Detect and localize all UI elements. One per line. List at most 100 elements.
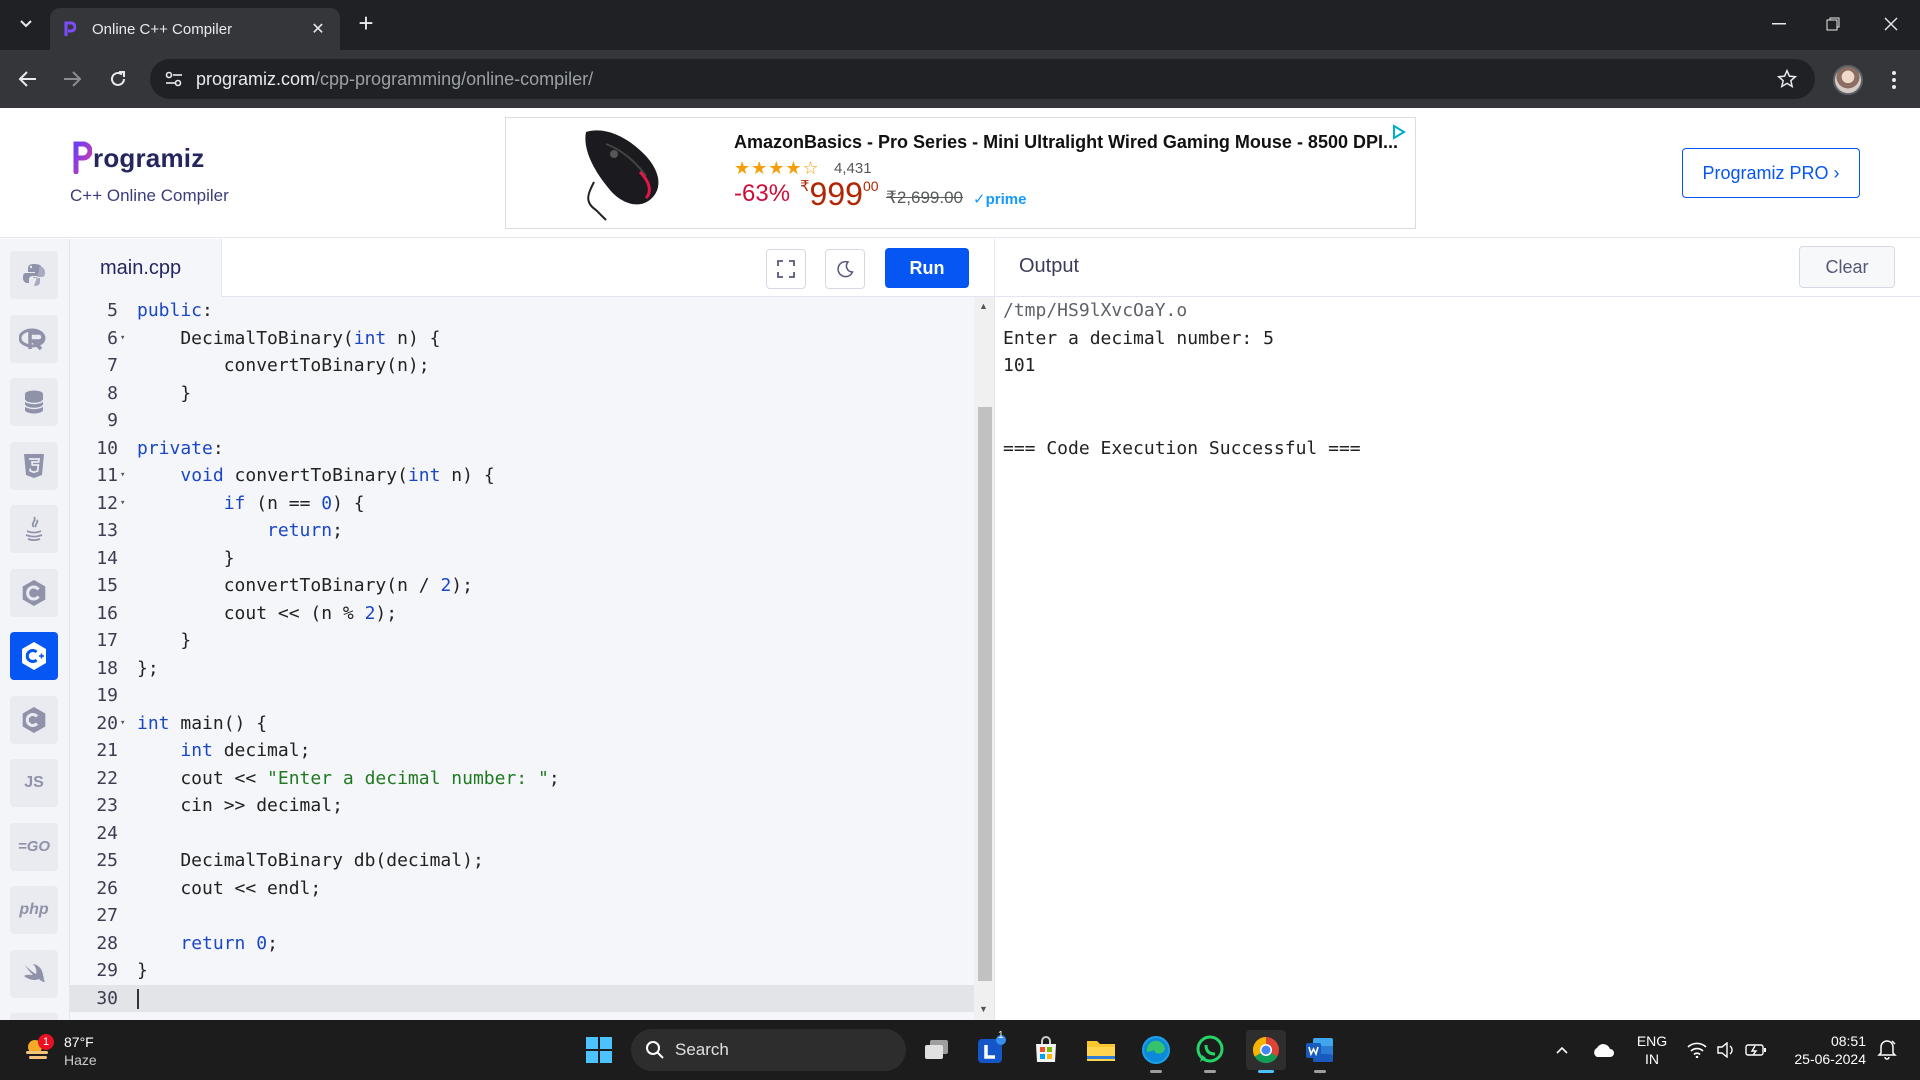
clear-button[interactable]: Clear	[1799, 246, 1895, 288]
microsoft-store-icon[interactable]	[1026, 1030, 1066, 1070]
language-swift-icon[interactable]	[10, 949, 58, 998]
scrollbar-thumb[interactable]	[978, 407, 992, 981]
wifi-icon[interactable]	[1684, 1020, 1710, 1080]
language-rust-icon[interactable]	[10, 1013, 58, 1020]
code-line[interactable]: 22 cout << "Enter a decimal number: ";	[70, 765, 974, 793]
fullscreen-icon[interactable]	[766, 249, 806, 289]
code-line[interactable]: 27	[70, 902, 974, 930]
chrome-icon[interactable]	[1246, 1030, 1286, 1073]
code-line[interactable]: 23 cin >> decimal;	[70, 792, 974, 820]
language-html-icon[interactable]	[10, 441, 58, 490]
edge-browser-icon[interactable]	[1136, 1030, 1176, 1073]
ad-product-title[interactable]: AmazonBasics - Pro Series - Mini Ultrali…	[734, 132, 1398, 153]
forward-arrow-icon[interactable]	[58, 65, 86, 93]
code-line[interactable]: 17 }	[70, 627, 974, 655]
address-bar[interactable]: programiz.com/cpp-programming/online-com…	[150, 59, 1815, 99]
browser-tab[interactable]: Online C++ Compiler ✕	[50, 8, 340, 50]
minimize-icon[interactable]	[1756, 6, 1802, 42]
task-view-icon[interactable]	[917, 1030, 957, 1070]
programiz-pro-button[interactable]: Programiz PRO ›	[1682, 148, 1860, 198]
code-line[interactable]: 30	[70, 984, 974, 1012]
volume-speaker-icon[interactable]	[1714, 1020, 1738, 1080]
file-tab-main-cpp[interactable]: main.cpp	[70, 239, 222, 297]
editor-scrollbar[interactable]: ▲ ▼	[974, 297, 994, 1020]
code-line[interactable]: 6 ▾ DecimalToBinary(int n) {	[70, 325, 974, 353]
code-line[interactable]: 13 return;	[70, 517, 974, 545]
language-javascript-icon[interactable]: JS	[10, 759, 58, 807]
loop-app-icon[interactable]: 1	[971, 1030, 1011, 1070]
code-line[interactable]: 28 return 0;	[70, 930, 974, 958]
code-line[interactable]: 26 cout << endl;	[70, 875, 974, 903]
code-line[interactable]: 21 int decimal;	[70, 737, 974, 765]
code-line[interactable]: 9	[70, 407, 974, 435]
line-number: 26	[96, 877, 118, 899]
code-line[interactable]: 20 ▾ int main() {	[70, 710, 974, 738]
battery-charging-icon[interactable]	[1742, 1020, 1770, 1080]
notification-bell-icon[interactable]	[1876, 1038, 1900, 1062]
language-csharp-icon[interactable]	[10, 695, 58, 744]
language-sql-icon[interactable]	[10, 378, 58, 426]
bookmark-star-icon[interactable]	[1775, 67, 1799, 91]
close-window-icon[interactable]	[1868, 6, 1914, 42]
code-line[interactable]: 29}	[70, 957, 974, 985]
advertisement-banner[interactable]: AmazonBasics - Pro Series - Mini Ultrali…	[505, 117, 1416, 229]
show-hidden-icons-chevron-up-icon[interactable]	[1550, 1020, 1574, 1080]
tab-search-chevron-icon[interactable]	[12, 10, 40, 38]
profile-avatar[interactable]	[1833, 65, 1863, 95]
fold-arrow-icon[interactable]: ▾	[120, 490, 125, 518]
site-info-tune-icon[interactable]	[162, 67, 186, 91]
output-line: Enter a decimal number: 5	[1003, 327, 1274, 349]
language-r-icon[interactable]	[10, 314, 58, 363]
input-language-indicator[interactable]: ENG IN	[1632, 1032, 1672, 1068]
onedrive-cloud-icon[interactable]	[1588, 1020, 1618, 1080]
code-line[interactable]: 12 ▾ if (n == 0) {	[70, 490, 974, 518]
language-python-icon[interactable]	[10, 251, 58, 299]
editor-header: main.cpp Run	[70, 239, 994, 297]
restore-icon[interactable]	[1810, 6, 1856, 42]
close-tab-icon[interactable]: ✕	[308, 19, 328, 39]
whatsapp-icon[interactable]	[1190, 1030, 1230, 1073]
line-number: 7	[107, 355, 118, 376]
windows-start-icon[interactable]	[579, 1030, 619, 1070]
browser-menu-icon[interactable]	[1884, 66, 1904, 94]
file-explorer-icon[interactable]	[1081, 1030, 1121, 1070]
code-line[interactable]: 11 ▾ void convertToBinary(int n) {	[70, 462, 974, 490]
programiz-logo[interactable]: rogramiz	[72, 140, 204, 174]
language-cpp-icon[interactable]	[10, 632, 58, 680]
fold-arrow-icon[interactable]: ▾	[120, 325, 125, 353]
code-line[interactable]: 7 convertToBinary(n);	[70, 352, 974, 380]
code-editor[interactable]: 5 public: 6 ▾ DecimalToBinary(int n) {7 con…	[70, 297, 974, 1020]
code-line[interactable]: 24	[70, 820, 974, 848]
language-php-icon[interactable]: php	[10, 886, 58, 934]
language-java-icon[interactable]	[10, 505, 58, 553]
reload-icon[interactable]	[104, 65, 132, 93]
scroll-up-arrow-icon[interactable]: ▲	[979, 301, 988, 311]
code-line[interactable]: 18};	[70, 655, 974, 683]
taskbar-search[interactable]: Search	[631, 1029, 906, 1071]
code-line[interactable]: 10 private:	[70, 435, 974, 463]
code-line[interactable]: 14 }	[70, 545, 974, 573]
line-number: 12	[96, 492, 118, 514]
weather-widget[interactable]: 1 87°F Haze	[20, 1028, 140, 1072]
new-tab-plus-icon[interactable]: +	[352, 10, 380, 38]
dark-mode-moon-icon[interactable]	[825, 249, 865, 289]
run-button[interactable]: Run	[885, 248, 969, 288]
code-line[interactable]: 8 }	[70, 380, 974, 408]
search-label: Search	[675, 1040, 729, 1059]
code-line[interactable]: 5 public:	[70, 297, 974, 325]
code-line[interactable]: 16 cout << (n % 2);	[70, 600, 974, 628]
back-arrow-icon[interactable]	[14, 65, 42, 93]
code-line[interactable]: 19	[70, 682, 974, 710]
code-text: }	[137, 960, 148, 981]
fold-arrow-icon[interactable]: ▾	[120, 462, 125, 490]
system-clock[interactable]: 08:51 25-06-2024	[1782, 1032, 1866, 1068]
output-console[interactable]: /tmp/HS9lXvcOaY.o Enter a decimal number:…	[1003, 297, 1361, 462]
fold-arrow-icon[interactable]: ▾	[120, 710, 125, 738]
language-go-icon[interactable]: =GO	[10, 822, 58, 871]
code-line[interactable]: 25 DecimalToBinary db(decimal);	[70, 847, 974, 875]
word-icon[interactable]	[1300, 1030, 1340, 1073]
code-line[interactable]: 15 convertToBinary(n / 2);	[70, 572, 974, 600]
scroll-down-arrow-icon[interactable]: ▼	[979, 1004, 988, 1014]
language-c-icon[interactable]	[10, 568, 58, 617]
